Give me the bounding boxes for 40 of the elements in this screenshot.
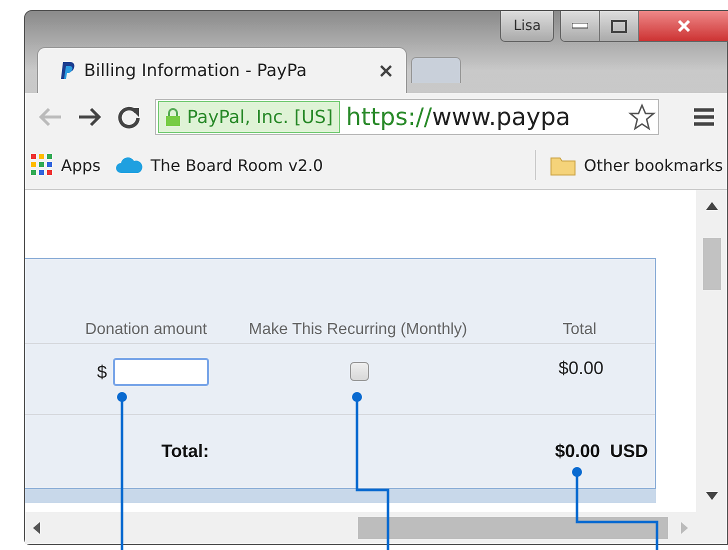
forward-icon[interactable] bbox=[77, 106, 103, 128]
bookmark-link[interactable]: Other bookmarks bbox=[550, 154, 723, 176]
reload-icon[interactable] bbox=[117, 105, 141, 129]
maximize-icon bbox=[611, 20, 627, 32]
maximize-button[interactable] bbox=[600, 11, 639, 41]
close-button[interactable] bbox=[639, 11, 728, 41]
cloud-icon bbox=[114, 155, 143, 175]
scroll-left-icon[interactable] bbox=[33, 522, 41, 534]
recurring-checkbox[interactable] bbox=[350, 362, 369, 381]
scrollbar-thumb[interactable] bbox=[702, 238, 720, 290]
minimize-icon bbox=[572, 23, 588, 29]
grid-icon bbox=[31, 154, 53, 176]
close-icon bbox=[677, 19, 691, 33]
total-amount: $0.00 bbox=[554, 441, 600, 462]
menu-icon[interactable] bbox=[693, 106, 715, 128]
profile-button[interactable]: Lisa bbox=[500, 11, 554, 42]
browser-tab[interactable]: Billing Information - PayPa bbox=[37, 47, 407, 93]
currency-symbol: $ bbox=[96, 362, 107, 382]
star-icon[interactable] bbox=[628, 103, 656, 131]
amount-field[interactable] bbox=[113, 358, 209, 386]
url-text: https://www.paypa bbox=[346, 103, 572, 131]
bookmark-link[interactable]: The Board Room v2.0 bbox=[114, 155, 324, 175]
address-bar[interactable]: PayPal, Inc. [US] https://www.paypa bbox=[155, 99, 659, 135]
column-header: Make This Recurring (Monthly) bbox=[248, 321, 468, 339]
scroll-down-icon[interactable] bbox=[706, 492, 718, 500]
paypal-logo-icon bbox=[60, 60, 76, 80]
total-label: Total: bbox=[161, 441, 209, 462]
vertical-scrollbar[interactable] bbox=[696, 190, 727, 544]
bookmark-link[interactable]: Apps bbox=[31, 154, 101, 176]
lock-icon bbox=[165, 107, 181, 127]
minimize-button[interactable] bbox=[561, 11, 600, 41]
horizontal-scrollbar[interactable] bbox=[25, 512, 696, 544]
scrollbar-thumb[interactable] bbox=[358, 517, 668, 539]
identity-badge[interactable]: PayPal, Inc. [US] bbox=[158, 101, 340, 133]
currency-code: USD bbox=[610, 441, 648, 462]
scroll-up-icon[interactable] bbox=[706, 202, 718, 210]
column-header: Total bbox=[562, 321, 598, 339]
row-total: $0.00 bbox=[558, 358, 604, 379]
close-icon[interactable] bbox=[380, 64, 392, 76]
column-header: Donation amount bbox=[85, 321, 208, 338]
